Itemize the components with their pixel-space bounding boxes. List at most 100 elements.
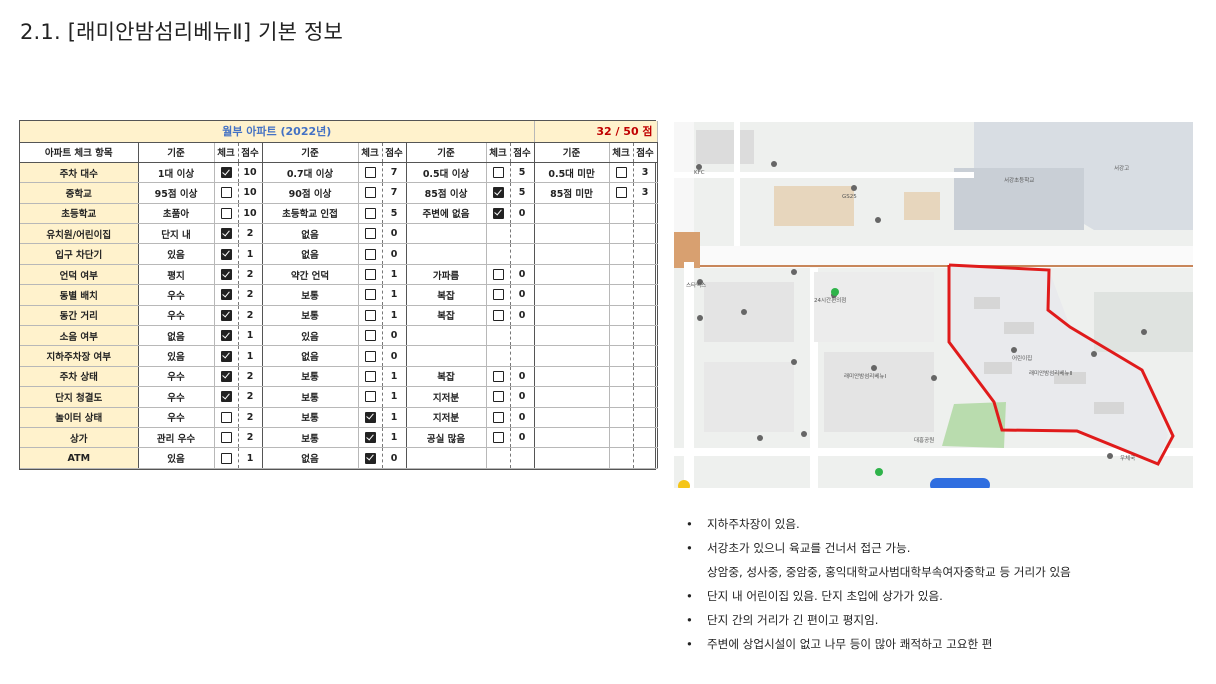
criteria-cell — [534, 366, 610, 388]
unchecked-checkbox[interactable] — [364, 289, 376, 301]
checked-checkbox[interactable] — [220, 309, 232, 321]
checked-checkbox[interactable] — [492, 187, 504, 199]
score-cell: 1 — [382, 366, 407, 388]
checked-checkbox[interactable] — [220, 330, 232, 342]
criteria-cell: 없음 — [262, 447, 359, 469]
unchecked-checkbox[interactable] — [220, 187, 232, 199]
checked-checkbox[interactable] — [364, 452, 376, 464]
checklist-item-label: 소음 여부 — [20, 325, 139, 347]
checklist-row: 단지 청결도 우수 2 보통 1 지저분 0 — [20, 386, 658, 408]
check-cell — [609, 182, 634, 204]
unchecked-checkbox[interactable] — [492, 309, 504, 321]
unchecked-checkbox[interactable] — [492, 289, 504, 301]
unchecked-checkbox[interactable] — [220, 411, 232, 423]
checklist-item-label: ATM — [20, 447, 139, 469]
check-cell — [609, 284, 634, 306]
score-cell — [510, 223, 535, 245]
check-cell — [486, 182, 511, 204]
criteria-cell: 복잡 — [406, 305, 487, 327]
unchecked-checkbox[interactable] — [364, 248, 376, 260]
score-cell — [510, 325, 535, 347]
unchecked-checkbox[interactable] — [220, 207, 232, 219]
criteria-cell — [534, 243, 610, 265]
criteria-cell: 우수 — [138, 284, 215, 306]
column-header: 체크 — [609, 142, 634, 163]
criteria-cell: 관리 우수 — [138, 427, 215, 449]
checked-checkbox[interactable] — [492, 207, 504, 219]
check-cell — [214, 203, 239, 225]
score-cell: 0 — [382, 345, 407, 367]
criteria-cell: 지저분 — [406, 386, 487, 408]
unchecked-checkbox[interactable] — [220, 432, 232, 444]
checked-checkbox[interactable] — [364, 411, 376, 423]
score-cell: 1 — [382, 305, 407, 327]
unchecked-checkbox[interactable] — [492, 370, 504, 382]
unchecked-checkbox[interactable] — [364, 207, 376, 219]
criteria-cell — [534, 427, 610, 449]
criteria-cell: 있음 — [138, 345, 215, 367]
check-cell — [609, 407, 634, 428]
check-cell — [214, 305, 239, 327]
criteria-cell — [534, 223, 610, 245]
unchecked-checkbox[interactable] — [364, 269, 376, 281]
checklist-row: 소음 여부 없음 1 있음 0 — [20, 325, 658, 347]
checklist-item-label: 유치원/어린이집 — [20, 223, 139, 245]
unchecked-checkbox[interactable] — [492, 432, 504, 444]
checked-checkbox[interactable] — [220, 228, 232, 240]
criteria-cell: 평지 — [138, 264, 215, 286]
checked-checkbox[interactable] — [220, 370, 232, 382]
check-cell — [358, 447, 383, 469]
unchecked-checkbox[interactable] — [492, 411, 504, 423]
checked-checkbox[interactable] — [364, 432, 376, 444]
criteria-cell — [534, 305, 610, 327]
checked-checkbox[interactable] — [220, 248, 232, 260]
checked-checkbox[interactable] — [220, 269, 232, 281]
score-cell: 2 — [238, 223, 263, 245]
note-text: 상암중, 성사중, 중암중, 홍익대학교사범대학부속여자중학교 등 거리가 있음 — [707, 565, 1071, 579]
checklist-row: 입구 차단기 있음 1 없음 0 — [20, 243, 658, 265]
unchecked-checkbox[interactable] — [364, 330, 376, 342]
unchecked-checkbox[interactable] — [492, 269, 504, 281]
score-cell — [633, 264, 658, 286]
notes-list: • 지하주차장이 있음. • 서강초가 있으니 육교를 건너서 접근 가능. 상암중, … — [686, 512, 1071, 656]
column-header: 점수 — [238, 142, 263, 163]
score-cell: 10 — [238, 203, 263, 225]
unchecked-checkbox[interactable] — [364, 167, 376, 179]
score-cell: 2 — [238, 407, 263, 428]
unchecked-checkbox[interactable] — [364, 309, 376, 321]
criteria-cell — [534, 386, 610, 408]
score-cell — [633, 325, 658, 347]
check-cell — [358, 386, 383, 408]
check-cell — [609, 325, 634, 347]
unchecked-checkbox[interactable] — [492, 391, 504, 403]
column-header: 기준 — [262, 142, 359, 163]
checked-checkbox[interactable] — [220, 289, 232, 301]
criteria-cell — [534, 325, 610, 347]
location-map[interactable]: KFC GS25 스타벅스 24시간편의점 서강초등학교 래미안밤섬리베뉴Ⅱ 래… — [674, 122, 1193, 488]
unchecked-checkbox[interactable] — [364, 370, 376, 382]
criteria-cell — [534, 447, 610, 469]
unchecked-checkbox[interactable] — [364, 350, 376, 362]
unchecked-checkbox[interactable] — [364, 187, 376, 199]
check-cell — [214, 386, 239, 408]
score-cell: 1 — [382, 264, 407, 286]
unchecked-checkbox[interactable] — [615, 167, 627, 179]
check-cell — [486, 264, 511, 286]
bullet-icon: • — [686, 589, 693, 603]
total-score: 32 / 50 점 — [534, 121, 658, 143]
score-cell — [633, 223, 658, 245]
unchecked-checkbox[interactable] — [364, 228, 376, 240]
checked-checkbox[interactable] — [220, 391, 232, 403]
unchecked-checkbox[interactable] — [615, 187, 627, 199]
score-cell: 0 — [382, 325, 407, 347]
checked-checkbox[interactable] — [220, 167, 232, 179]
checked-checkbox[interactable] — [220, 350, 232, 362]
unchecked-checkbox[interactable] — [220, 452, 232, 464]
criteria-cell — [406, 325, 487, 347]
check-cell — [214, 427, 239, 449]
bullet-icon: • — [686, 541, 693, 555]
criteria-cell: 우수 — [138, 305, 215, 327]
criteria-cell: 단지 내 — [138, 223, 215, 245]
unchecked-checkbox[interactable] — [492, 167, 504, 179]
unchecked-checkbox[interactable] — [364, 391, 376, 403]
